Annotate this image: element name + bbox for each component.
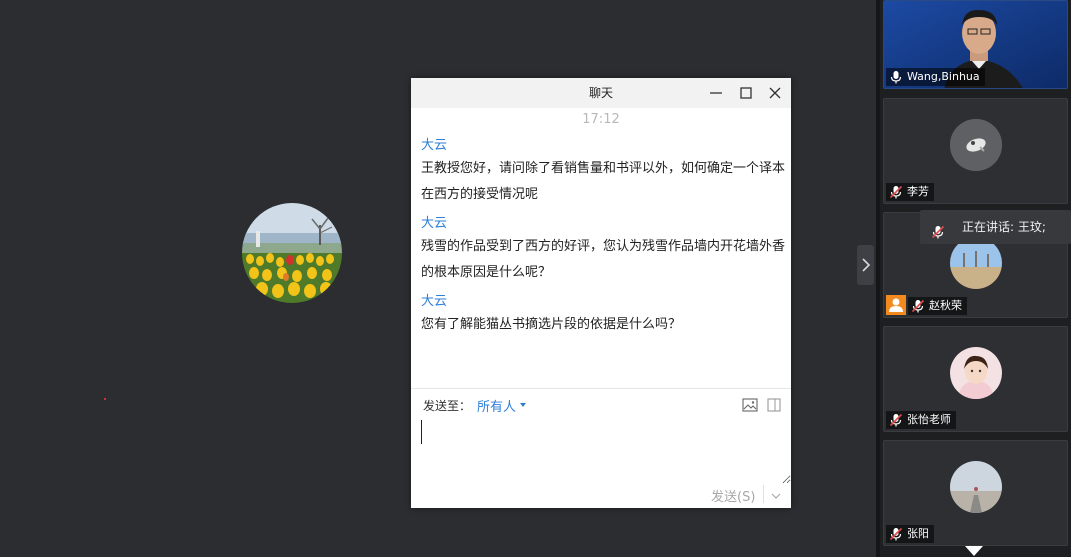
- send-to-dropdown[interactable]: 所有人: [477, 396, 516, 415]
- user-icon: [886, 295, 906, 315]
- message-text: 残雪的作品受到了西方的好评，您认为残雪作品墙内开花墙外香的根本原因是什么呢？: [421, 239, 786, 280]
- minimize-button[interactable]: [707, 84, 725, 102]
- participant-tile-video[interactable]: Wang,Binhua: [883, 0, 1068, 89]
- scroll-down-arrow-icon[interactable]: [965, 546, 983, 556]
- avatar: [950, 461, 1002, 513]
- mic-muted-icon: [888, 526, 904, 542]
- speaking-indicator: 正在讲话: 王玟;: [920, 210, 1071, 244]
- chevron-right-icon: [861, 258, 870, 272]
- message-timestamp: 17:12: [582, 112, 620, 127]
- chat-titlebar[interactable]: 聊天: [411, 78, 791, 108]
- screenshot-button[interactable]: [767, 397, 781, 412]
- dropdown-caret-icon[interactable]: [520, 403, 526, 407]
- participant-name-tag: 赵秋荣: [908, 297, 967, 315]
- send-divider: [763, 485, 764, 503]
- message-sender: 大云: [421, 294, 448, 309]
- mic-muted-icon: [888, 412, 904, 428]
- participant-name-tag: 张阳: [886, 525, 934, 543]
- collapse-panel-button[interactable]: [857, 245, 874, 285]
- avatar: [950, 119, 1002, 171]
- chat-message-list[interactable]: 17:12 大云 王教授您好，请问除了看销售量和书评以外，如何确定一个译本在西方…: [411, 108, 791, 388]
- participant-tile[interactable]: 李芳: [883, 98, 1068, 204]
- participant-name: Wang,Binhua: [907, 70, 980, 83]
- speaking-indicator-text: 正在讲话: 王玟;: [962, 220, 1046, 234]
- participant-name: 张阳: [907, 527, 929, 540]
- message-text: 您有了解能猫丛书摘选片段的依据是什么吗？: [421, 317, 682, 332]
- send-image-button[interactable]: [742, 397, 758, 412]
- minimize-icon: [710, 92, 722, 94]
- avatar: [950, 347, 1002, 399]
- chat-divider: [411, 388, 791, 389]
- send-to-label: 发送至：: [423, 399, 472, 413]
- participant-tile[interactable]: 张阳: [883, 440, 1068, 546]
- mic-muted-icon: [910, 298, 926, 314]
- maximize-button[interactable]: [737, 84, 755, 102]
- participant-name-tag: Wang,Binhua: [886, 68, 985, 86]
- chat-window: 聊天 17:12 大云 王教授您好，请问除了看销售量和书评以外，如何确定一个译本…: [411, 78, 791, 508]
- maximize-icon: [740, 87, 752, 99]
- image-icon: [742, 398, 758, 412]
- mic-icon: [888, 69, 904, 85]
- message-sender: 大云: [421, 216, 448, 231]
- participant-name: 张怡老师: [907, 413, 951, 426]
- mic-muted-icon: [930, 219, 946, 239]
- participant-tile[interactable]: 张怡老师: [883, 326, 1068, 432]
- message-sender: 大云: [421, 138, 448, 153]
- panel-divider: [876, 0, 880, 557]
- chat-title: 聊天: [588, 86, 613, 100]
- mic-muted-icon: [888, 184, 904, 200]
- send-button[interactable]: 发送(S): [711, 486, 755, 505]
- active-speaker-avatar: [242, 203, 342, 303]
- participant-name-tag: 李芳: [886, 183, 934, 201]
- avatar: [950, 237, 1002, 289]
- chat-input[interactable]: [411, 414, 791, 484]
- message-text: 王教授您好，请问除了看销售量和书评以外，如何确定一个译本在西方的接受情况呢: [421, 161, 786, 202]
- screenshot-icon: [767, 398, 781, 412]
- participant-name: 赵秋荣: [929, 299, 962, 312]
- stray-red-dot: [104, 398, 106, 400]
- close-icon: [769, 87, 781, 99]
- participant-name-tag: 张怡老师: [886, 411, 956, 429]
- send-options-button[interactable]: [769, 488, 783, 502]
- chevron-down-icon: [771, 493, 781, 499]
- participant-name: 李芳: [907, 185, 929, 198]
- close-button[interactable]: [766, 84, 784, 102]
